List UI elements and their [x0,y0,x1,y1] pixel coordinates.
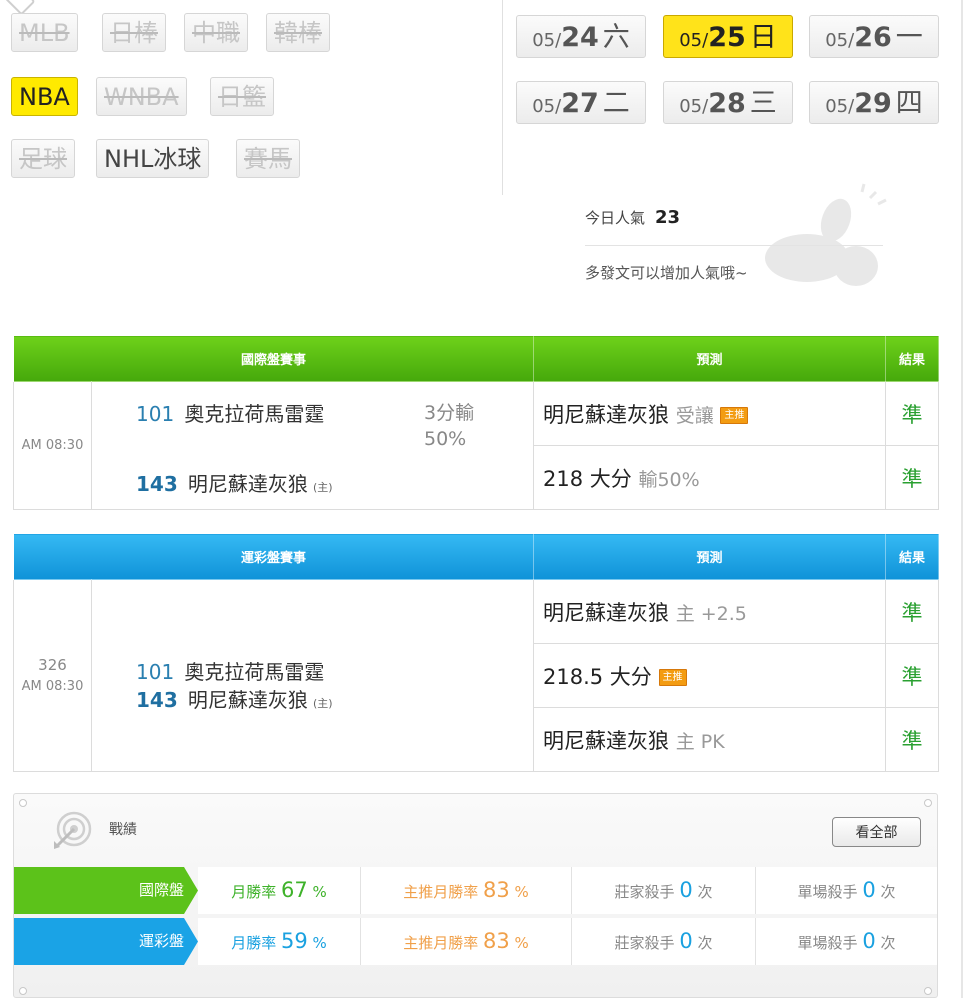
lottery-home-team: 143 明尼蘇達灰狼 (主) [136,688,333,712]
single-game-killer: 單場殺手 0 次 [756,918,937,965]
popularity-label: 今日人氣 [585,209,646,227]
intl-result-2: 準 [885,445,940,510]
intl-home-team: 143 明尼蘇達灰狼 (主) [136,472,333,496]
featured-month-winrate: 主推月勝率 83 % [361,867,572,914]
intl-handicap-pct: 50% [424,428,467,450]
bookmaker-killer: 莊家殺手 0 次 [572,918,756,965]
lottery-result-2: 準 [885,643,940,708]
intl-event-header: 國際盤賽事 [12,335,535,382]
record-row-intl: 國際盤 月勝率 67 % 主推月勝率 83 % 莊家殺手 0 次 單場殺手 0 … [14,867,939,914]
month-winrate: 月勝率 67 % [198,867,361,914]
popularity-line: 今日人氣 23 [585,207,680,228]
scrollbar-track[interactable] [961,0,963,998]
popularity-divider [585,245,883,246]
lottery-matchup[interactable]: 101 奧克拉荷馬雷霆 143 明尼蘇達灰狼 (主) [90,579,535,772]
intl-prediction-1: 明尼蘇達灰狼 受讓 主推 [533,381,887,446]
league-nhl-button[interactable]: NHL冰球 [96,139,210,178]
lottery-result-header: 結果 [885,533,940,580]
league-cpbl-button[interactable]: 中職 [184,13,248,52]
popularity-count: 23 [655,207,681,228]
league-jpn-baseball-button[interactable]: 日棒 [102,13,166,52]
lottery-time: AM 08:30 [21,678,84,694]
date-0528-button[interactable]: 05/28 三 [663,81,793,124]
record-category[interactable]: 國際盤 [14,867,198,914]
intl-odds-table: 國際盤賽事 預測 結果 AM 08:30 101 奧克拉荷馬雷霆 143 明尼蘇… [12,335,940,510]
lottery-prediction-header: 預測 [533,533,887,580]
corner-dot [19,987,27,995]
divider [502,0,503,195]
date-0524-button[interactable]: 05/24 六 [516,15,646,58]
lottery-prediction-1: 明尼蘇達灰狼 主 +2.5 [533,579,887,644]
month-winrate: 月勝率 59 % [198,918,361,965]
lottery-game-number: 326 [38,655,67,674]
bookmaker-killer: 莊家殺手 0 次 [572,867,756,914]
league-nba-button[interactable]: NBA [11,77,78,116]
mascot-icon [765,183,887,286]
record-title: 戰績 [109,822,137,838]
league-wnba-button[interactable]: WNBA [96,77,187,116]
intl-prediction-header: 預測 [533,335,887,382]
intl-handicap: 3分輸 [424,402,475,424]
date-0525-button[interactable]: 05/25 日 [663,15,793,58]
intl-result-header: 結果 [885,335,940,382]
record-row-lottery: 運彩盤 月勝率 59 % 主推月勝率 83 % 莊家殺手 0 次 單場殺手 0 … [14,918,939,965]
lottery-event-header: 運彩盤賽事 [12,533,535,580]
intl-matchup[interactable]: 101 奧克拉荷馬雷霆 143 明尼蘇達灰狼 (主) 3分輸 50% [90,381,535,510]
lottery-result-3: 準 [885,707,940,772]
intl-prediction-2: 218 大分 輸50% [533,445,887,510]
intl-game-time: AM 08:30 [13,381,92,510]
intl-result-1: 準 [885,381,940,446]
date-0526-button[interactable]: 05/26 一 [809,15,939,58]
featured-badge: 主推 [658,669,687,686]
league-soccer-button[interactable]: 足球 [11,139,75,178]
single-game-killer: 單場殺手 0 次 [756,867,937,914]
lottery-game-time: 326 AM 08:30 [13,579,92,772]
corner-dot [19,799,27,807]
target-icon [54,811,92,849]
date-0527-button[interactable]: 05/27 二 [516,81,646,124]
popularity-hint: 多發文可以增加人氣哦~ [585,264,748,282]
league-jpn-basketball-button[interactable]: 日籃 [210,77,274,116]
corner-dot [924,799,932,807]
view-all-button[interactable]: 看全部 [832,817,921,847]
lottery-prediction-3: 明尼蘇達灰狼 主 PK [533,707,887,772]
record-category[interactable]: 運彩盤 [14,918,198,965]
featured-badge: 主推 [720,407,749,424]
league-horse-racing-button[interactable]: 賽馬 [236,139,300,178]
record-panel: 戰績 看全部 國際盤 月勝率 67 % 主推月勝率 83 % 莊家殺手 0 次 … [13,793,938,998]
lottery-prediction-2: 218.5 大分 主推 [533,643,887,708]
featured-month-winrate: 主推月勝率 83 % [361,918,572,965]
lottery-result-1: 準 [885,579,940,644]
corner-dot [924,987,932,995]
lottery-odds-table: 運彩盤賽事 預測 結果 326 AM 08:30 101 奧克拉荷馬雷霆 143… [12,533,940,772]
intl-away-team: 101 奧克拉荷馬雷霆 [136,402,325,426]
date-0529-button[interactable]: 05/29 四 [809,81,939,124]
lottery-away-team: 101 奧克拉荷馬雷霆 [136,660,325,684]
league-mlb-button[interactable]: MLB [11,13,78,52]
league-kbo-button[interactable]: 韓棒 [266,13,330,52]
